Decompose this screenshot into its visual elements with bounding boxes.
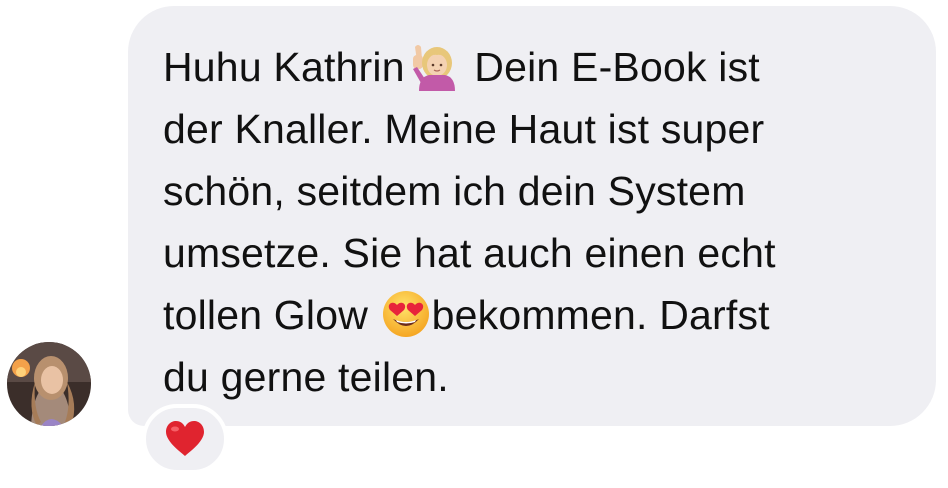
avatar[interactable] (7, 342, 91, 426)
message-line-1: Huhu Kathrin Dein E-Book ist (163, 36, 903, 98)
message-line-6: du gerne teilen. (163, 354, 449, 400)
message-line-5: tollen Glow bekommen. Darfst (163, 284, 903, 346)
chat-message-view: Huhu Kathrin Dein E-Book ist der Knaller… (0, 0, 948, 488)
message-text: Huhu Kathrin Dein E-Book ist der Knaller… (163, 36, 903, 408)
red-heart-icon (166, 421, 204, 456)
message-line-4: umsetze. Sie hat auch einen echt (163, 230, 776, 276)
message-line-2: der Knaller. Meine Haut ist super (163, 106, 765, 152)
reaction-badge[interactable] (142, 404, 228, 474)
message-line-3: schön, seitdem ich dein System (163, 168, 746, 214)
